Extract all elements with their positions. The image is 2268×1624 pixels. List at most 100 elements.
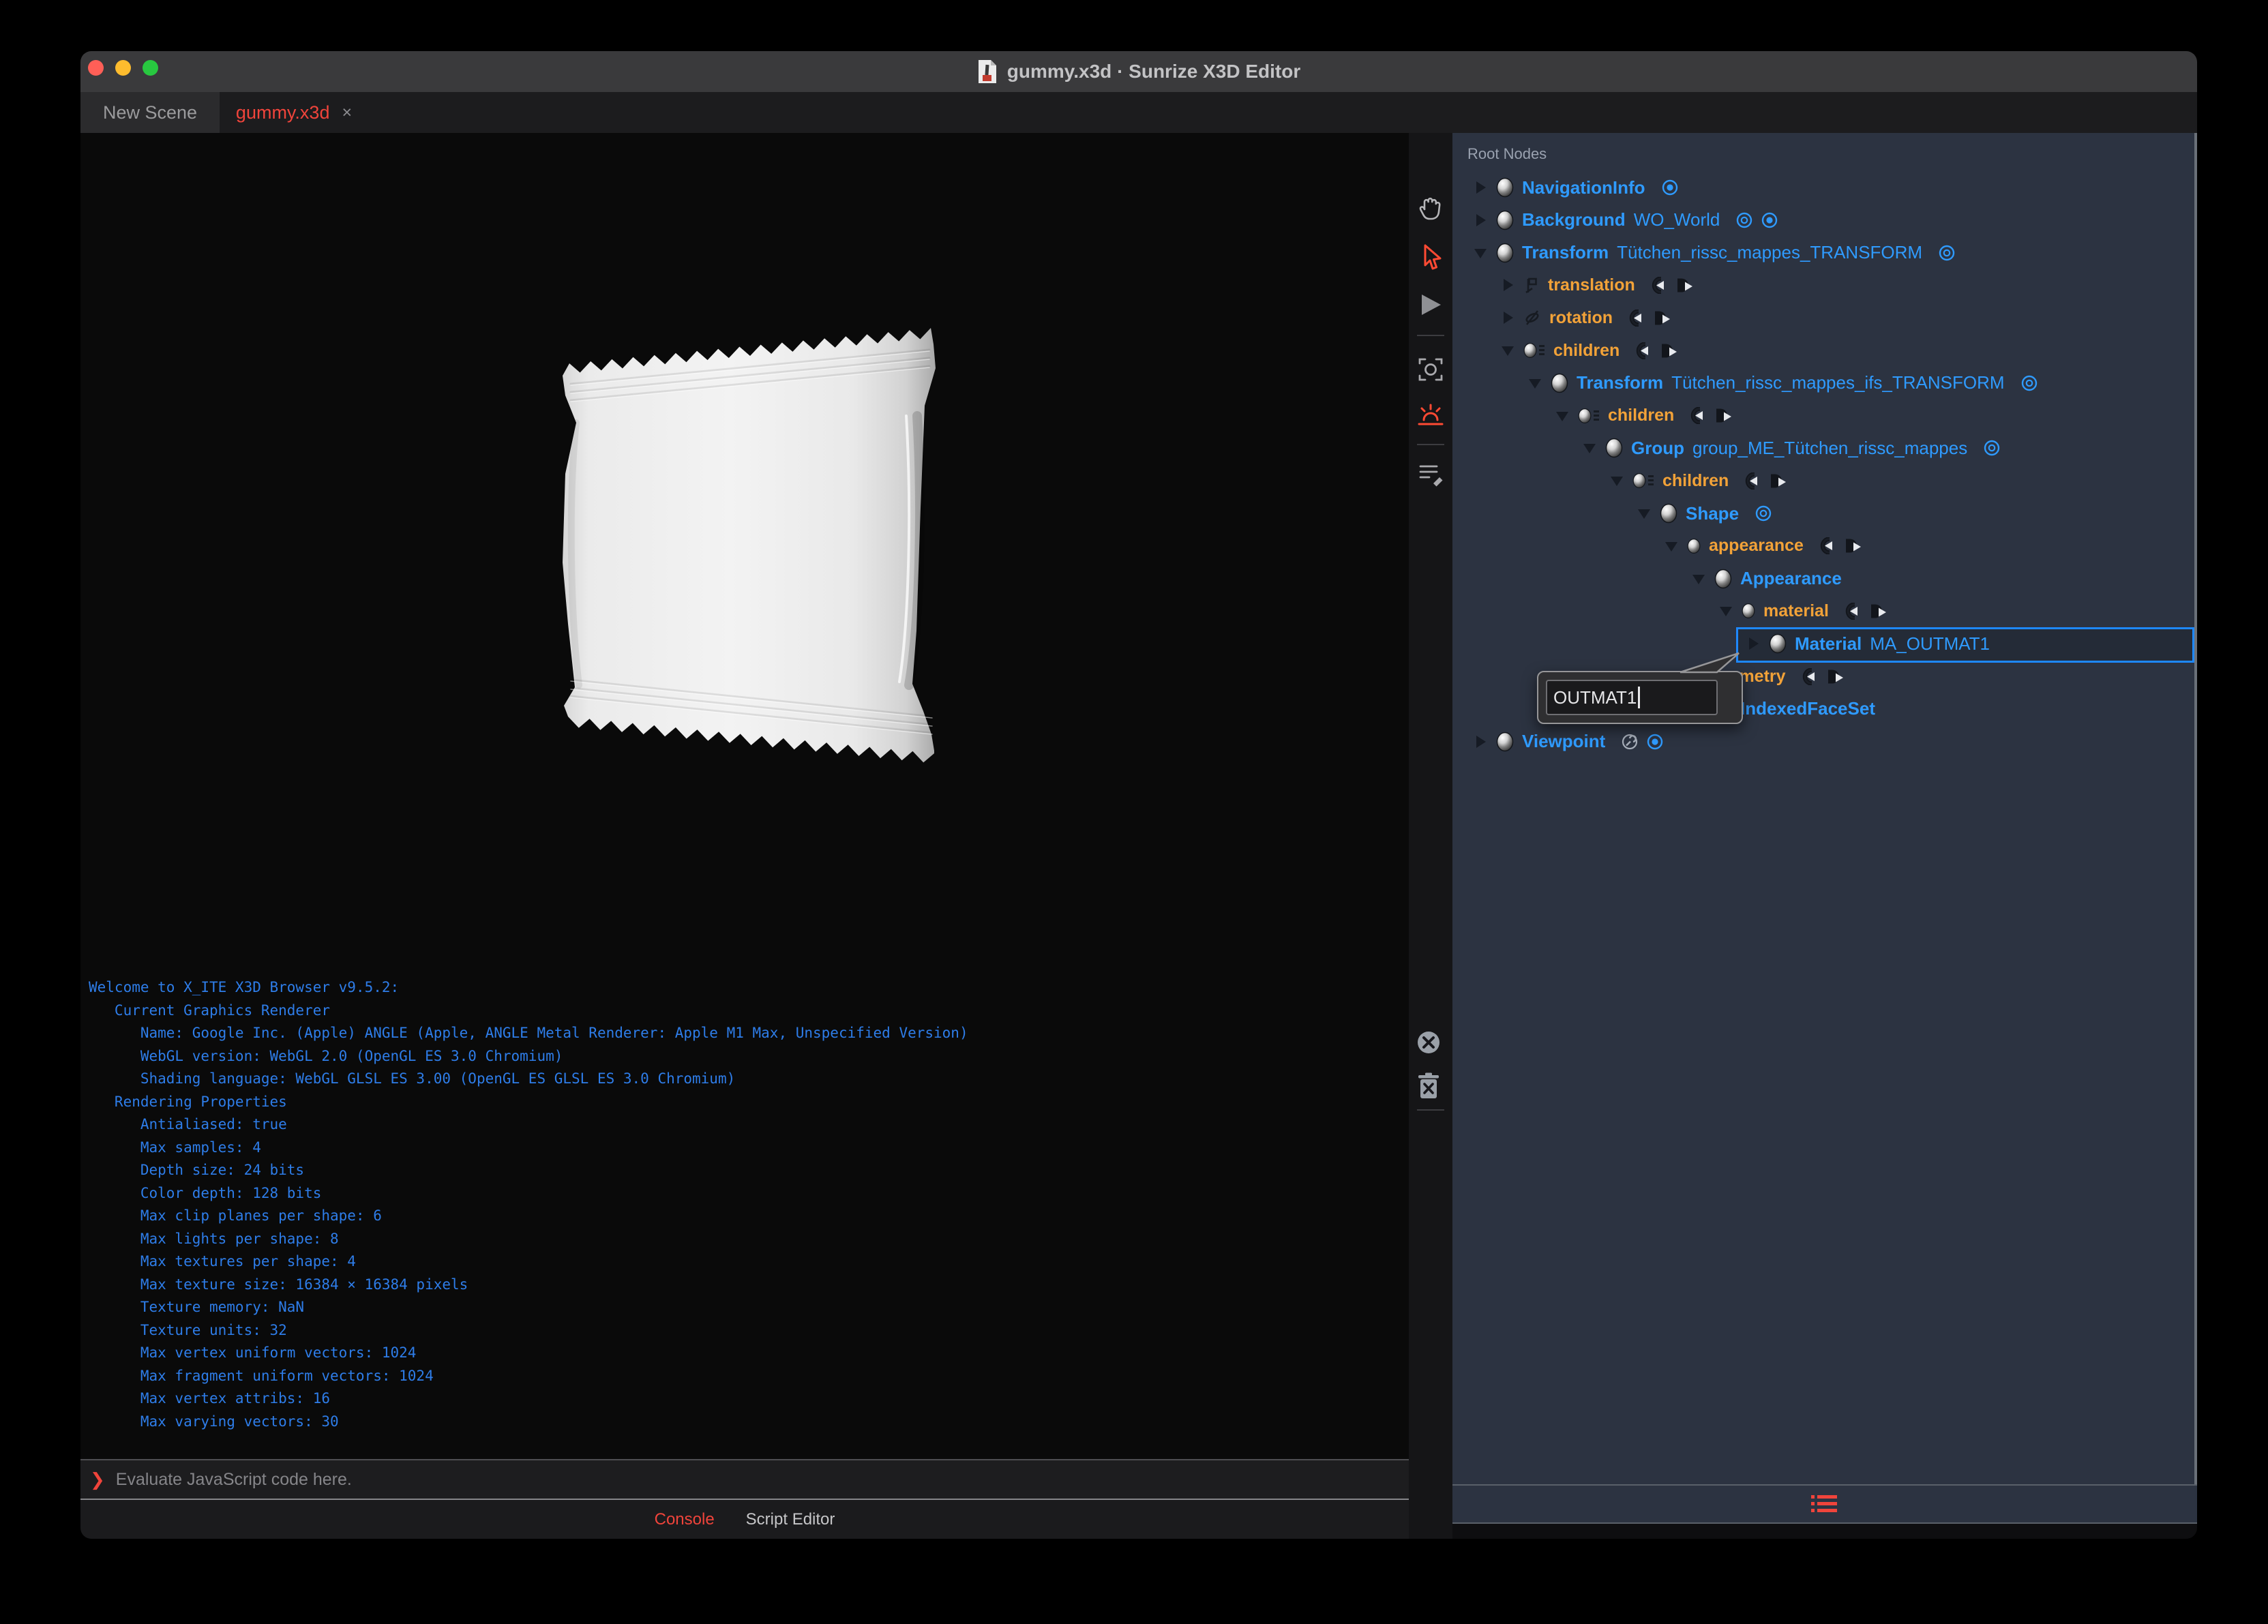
tree-node-background[interactable]: Background WO_World xyxy=(1473,204,1779,237)
tree-node-shape[interactable]: Shape xyxy=(1637,497,1773,530)
expand-arrow-icon[interactable] xyxy=(1473,212,1488,228)
add-output-route-icon[interactable] xyxy=(1714,407,1732,424)
add-output-route-icon[interactable] xyxy=(1843,537,1862,554)
node-type-label: NavigationInfo xyxy=(1522,177,1645,198)
outline-list-icon[interactable] xyxy=(1811,1494,1838,1514)
bind-indicator-icon[interactable] xyxy=(1645,732,1665,751)
tree-node-appearance[interactable]: Appearance xyxy=(1691,562,1857,595)
node-sphere-icon xyxy=(1496,732,1514,752)
expand-arrow-icon[interactable] xyxy=(1746,635,1761,652)
visibility-toggle-icon[interactable] xyxy=(1937,243,1956,262)
vec3-field-icon xyxy=(1523,276,1540,294)
tree-field-translation[interactable]: translation xyxy=(1500,269,1693,301)
expand-arrow-icon[interactable] xyxy=(1527,375,1542,391)
sunrise-environment-icon[interactable] xyxy=(1416,399,1446,429)
tab-gummy-x3d[interactable]: gummy.x3d × xyxy=(220,92,368,133)
children-field-icon xyxy=(1523,342,1545,359)
console-line: Shading language: WebGL GLSL ES 3.00 (Op… xyxy=(89,1070,736,1087)
edit-tool-icon[interactable] xyxy=(1620,732,1639,751)
expand-arrow-icon[interactable] xyxy=(1473,734,1488,750)
tree-node-navigationinfo[interactable]: NavigationInfo xyxy=(1473,171,1680,204)
packet-render xyxy=(563,328,936,763)
add-input-route-icon[interactable] xyxy=(1819,537,1837,555)
expand-arrow-icon[interactable] xyxy=(1637,505,1652,522)
node-sphere-icon xyxy=(1496,210,1514,230)
node-def-name: WO_World xyxy=(1633,209,1720,230)
play-icon[interactable] xyxy=(1416,290,1446,320)
expand-arrow-icon[interactable] xyxy=(1500,310,1515,326)
close-circle-icon[interactable] xyxy=(1416,1029,1446,1059)
script-edit-icon[interactable] xyxy=(1416,459,1446,489)
node-type-label: IndexedFaceSet xyxy=(1740,698,1875,719)
tree-node-material[interactable]: Material MA_OUTMAT1 xyxy=(1746,627,2005,660)
node-type-label: Material xyxy=(1795,633,1862,654)
tree-field-appearance[interactable]: appearance xyxy=(1664,530,1862,562)
snapshot-icon[interactable] xyxy=(1416,355,1446,385)
clear-console-trash-icon[interactable] xyxy=(1416,1072,1446,1102)
node-def-name: MA_OUTMAT1 xyxy=(1870,633,1990,654)
expand-arrow-icon[interactable] xyxy=(1500,342,1515,359)
expand-arrow-icon[interactable] xyxy=(1664,538,1679,554)
expand-arrow-icon[interactable] xyxy=(1500,277,1515,293)
add-input-route-icon[interactable] xyxy=(1628,309,1646,327)
add-output-route-icon[interactable] xyxy=(1652,310,1671,327)
outline-bottom-bar xyxy=(1452,1486,2197,1522)
expand-arrow-icon[interactable] xyxy=(1718,603,1733,619)
bind-indicator-icon[interactable] xyxy=(1660,178,1680,197)
bind-indicator-icon[interactable] xyxy=(1760,211,1779,230)
add-output-route-icon[interactable] xyxy=(1825,668,1844,685)
add-input-route-icon[interactable] xyxy=(1635,342,1653,359)
3d-viewport[interactable] xyxy=(80,133,1409,967)
tree-field-children[interactable]: children xyxy=(1555,400,1732,432)
console-line: Antialiased: true xyxy=(89,1116,287,1132)
node-type-label: Transform xyxy=(1577,372,1664,393)
select-arrow-icon[interactable] xyxy=(1416,242,1446,272)
expand-arrow-icon[interactable] xyxy=(1609,472,1624,489)
expand-arrow-icon[interactable] xyxy=(1555,408,1570,424)
console-line: Texture units: 32 xyxy=(89,1321,287,1338)
tab-close-icon[interactable]: × xyxy=(342,103,352,123)
title-bar: gummy.x3d · Sunrize X3D Editor xyxy=(80,51,2197,92)
tab-new-scene-label: New Scene xyxy=(102,102,198,123)
add-input-route-icon[interactable] xyxy=(1689,407,1707,425)
add-output-route-icon[interactable] xyxy=(1659,342,1677,359)
add-input-route-icon[interactable] xyxy=(1650,276,1669,294)
tree-field-children[interactable]: children xyxy=(1609,464,1787,497)
node-type-label: Viewpoint xyxy=(1522,731,1606,752)
add-output-route-icon[interactable] xyxy=(1675,277,1693,294)
expand-arrow-icon[interactable] xyxy=(1691,571,1706,587)
node-def-name: Tütchen_rissc_mappes_TRANSFORM xyxy=(1617,242,1923,263)
console-input-row[interactable]: ❯ Evaluate JavaScript code here. xyxy=(80,1459,1409,1500)
visibility-toggle-icon[interactable] xyxy=(2020,374,2039,393)
tree-field-rotation[interactable]: rotation xyxy=(1500,301,1671,334)
add-input-route-icon[interactable] xyxy=(1844,602,1862,620)
tab-new-scene[interactable]: New Scene xyxy=(80,92,220,133)
tree-node-transform[interactable]: Transform Tütchen_rissc_mappes_ifs_TRANSF… xyxy=(1527,367,2039,400)
console-line: Max textures per shape: 4 xyxy=(89,1253,356,1269)
tree-node-viewpoint[interactable]: Viewpoint xyxy=(1473,725,1665,758)
expand-arrow-icon[interactable] xyxy=(1582,440,1597,456)
console-tab-bar: Console Script Editor xyxy=(80,1500,1409,1539)
visibility-toggle-icon[interactable] xyxy=(1735,211,1754,230)
visibility-toggle-icon[interactable] xyxy=(1982,438,2001,457)
node-type-label: Transform xyxy=(1522,242,1609,263)
field-name-label: material xyxy=(1763,601,1829,620)
pan-hand-icon[interactable] xyxy=(1416,194,1446,224)
add-output-route-icon[interactable] xyxy=(1768,472,1787,490)
tree-field-material[interactable]: material xyxy=(1718,595,1887,627)
add-input-route-icon[interactable] xyxy=(1801,667,1819,685)
rename-input[interactable]: OUTMAT1 xyxy=(1546,680,1718,715)
tree-field-children[interactable]: children xyxy=(1500,334,1677,367)
expand-arrow-icon[interactable] xyxy=(1473,245,1488,261)
tree-node-group[interactable]: Group group_ME_Tütchen_rissc_mappes xyxy=(1582,432,2001,464)
add-input-route-icon[interactable] xyxy=(1744,472,1762,490)
tab-console[interactable]: Console xyxy=(655,1510,715,1529)
add-output-route-icon[interactable] xyxy=(1868,603,1887,620)
expand-arrow-icon[interactable] xyxy=(1473,179,1488,196)
tree-node-transform[interactable]: Transform Tütchen_rissc_mappes_TRANSFORM xyxy=(1473,237,1956,269)
children-field-icon xyxy=(1578,408,1600,424)
tab-script-editor[interactable]: Script Editor xyxy=(746,1510,835,1529)
visibility-toggle-icon[interactable] xyxy=(1754,504,1773,523)
outline-editor-panel: Root Nodes NavigationInfo Background WO_W… xyxy=(1452,133,2197,1484)
children-field-icon xyxy=(1632,472,1654,489)
